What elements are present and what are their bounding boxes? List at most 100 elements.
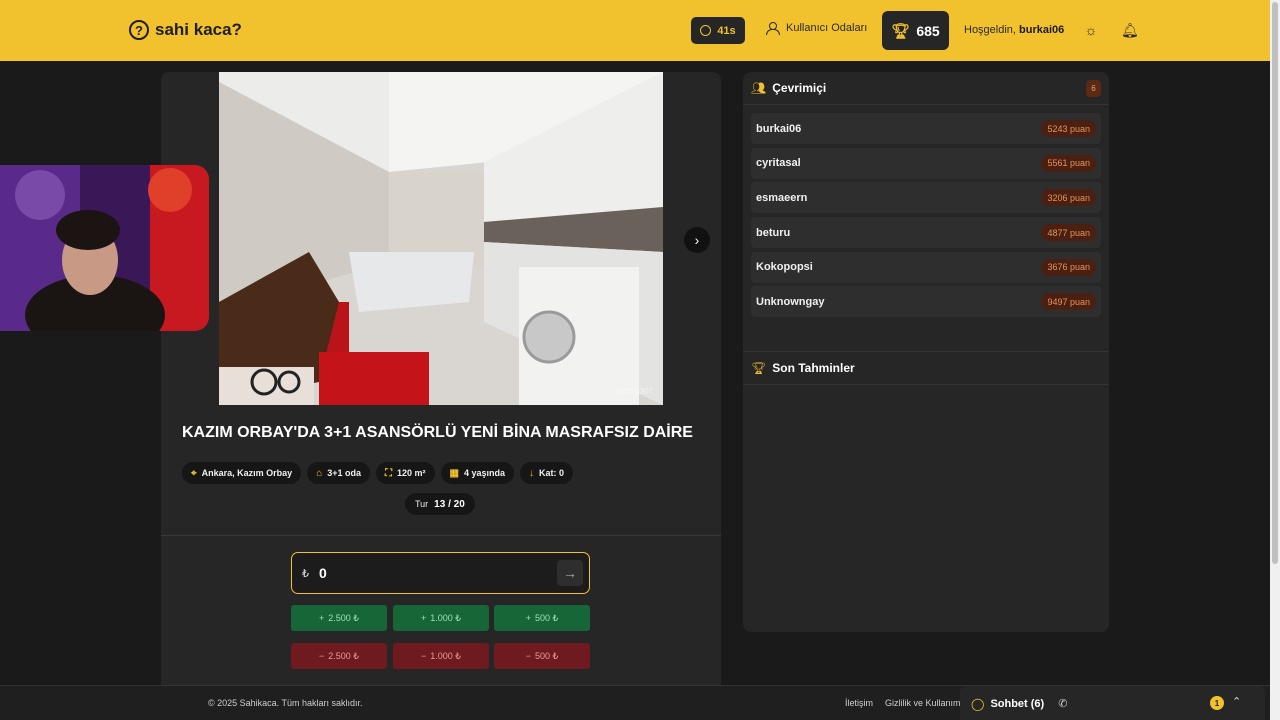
submit-guess-arrow-icon[interactable]: →	[557, 560, 583, 586]
score-badge[interactable]: 🏆︎ 685	[882, 11, 949, 50]
tag-floor-label: Kat: 0	[539, 468, 565, 478]
timer-value: 41s	[717, 24, 736, 37]
player-points: 3206 puan	[1041, 189, 1096, 207]
listing-tags: ⌖ Ankara, Kazım Orbay ⌂ 3+1 oda ⛶ 120 m²…	[182, 462, 574, 484]
round-label: Tur	[415, 499, 429, 509]
top-header: ? sahi kaca? 41s Kullanıcı Odaları 🏆︎ 68…	[0, 0, 1270, 61]
player-name: esmaeern	[756, 191, 808, 204]
round-indicator: Tur 13 / 20	[405, 493, 475, 515]
trophy-icon: 🏆︎	[751, 361, 767, 375]
add-2500-label: 2.500 ₺	[328, 612, 359, 623]
scrollbar-thumb[interactable]	[1272, 2, 1278, 564]
arrow-down-icon: ↓	[529, 467, 535, 479]
tag-location-label: Ankara, Kazım Orbay	[201, 468, 293, 478]
plus-icon: +	[420, 613, 427, 623]
users-icon: 👥︎	[751, 81, 767, 95]
subtract-2500-label: 2.500 ₺	[328, 650, 359, 661]
player-row: Kokopopsi 3676 puan	[751, 251, 1101, 283]
listing-photo: 1907-3307	[219, 72, 663, 405]
add-1000-button[interactable]: +1.000 ₺	[393, 605, 489, 631]
recent-guesses-header: 🏆︎ Son Tahminler	[743, 351, 1109, 385]
map-pin-icon: ⌖	[191, 467, 197, 479]
price-guess-input[interactable]: 0	[319, 565, 557, 581]
listing-card: 1907-3307 KAZIM ORBAY'DA 3+1 ASANSÖRLÜ Y…	[161, 72, 721, 692]
player-points: 9497 puan	[1041, 293, 1096, 311]
chat-bubble-icon: ◯	[971, 696, 985, 711]
privacy-link[interactable]: Gizlilik ve Kullanım	[885, 698, 961, 708]
price-guess-field[interactable]: ₺ 0 →	[291, 552, 590, 594]
plus-icon: +	[318, 613, 325, 623]
player-name: burkai06	[756, 122, 802, 135]
tag-rooms: ⌂ 3+1 oda	[307, 462, 371, 484]
round-value: 13 / 20	[434, 498, 465, 510]
home-icon: ⌂	[316, 467, 323, 479]
page-scrollbar[interactable]	[1270, 0, 1280, 720]
player-points: 5243 puan	[1041, 120, 1096, 137]
building-icon: ▦	[449, 467, 459, 479]
question-circle-icon: ?	[129, 20, 149, 40]
side-panel: 👥︎ Çevrimiçi 6 burkai06 5243 puan cyrita…	[743, 72, 1109, 632]
player-name: Kokopopsi	[756, 261, 813, 274]
player-points: 4877 puan	[1041, 224, 1096, 242]
player-name: cyritasal	[756, 157, 801, 170]
user-rooms-link[interactable]: Kullanıcı Odaları	[766, 22, 868, 35]
tag-floor: ↓ Kat: 0	[520, 462, 574, 484]
phone-icon[interactable]: ✆	[1058, 697, 1067, 710]
chat-label: Sohbet (6)	[990, 697, 1045, 710]
player-row: burkai06 5243 puan	[751, 113, 1101, 144]
user-rooms-label: Kullanıcı Odaları	[786, 22, 868, 34]
minus-icon: −	[420, 651, 427, 661]
webcam-overlay	[0, 165, 209, 331]
player-name: Unknowngay	[756, 295, 825, 308]
subtract-500-button[interactable]: −500 ₺	[494, 643, 590, 669]
player-row: esmaeern 3206 puan	[751, 182, 1101, 214]
player-points: 5561 puan	[1041, 154, 1096, 172]
welcome-prefix: Hoşgeldin,	[964, 24, 1016, 36]
welcome-text[interactable]: Hoşgeldin, burkai06	[964, 24, 1064, 36]
add-500-button[interactable]: +500 ₺	[494, 605, 590, 631]
stopwatch-icon	[700, 25, 712, 36]
listing-title: KAZIM ORBAY'DA 3+1 ASANSÖRLÜ YENİ BİNA M…	[182, 424, 693, 441]
copyright-text: © 2025 Sahikaca. Tüm hakları saklıdır.	[208, 698, 363, 708]
section-divider	[161, 535, 721, 536]
photo-watermark: 1907-3307	[614, 387, 653, 396]
player-points: 3676 puan	[1041, 258, 1096, 276]
subtract-2500-button[interactable]: −2.500 ₺	[291, 643, 387, 669]
online-header: 👥︎ Çevrimiçi 6	[743, 72, 1109, 105]
minus-icon: −	[318, 651, 325, 661]
tag-area-label: 120 m²	[397, 468, 426, 478]
chat-bar[interactable]: ◯ Sohbet (6) ✆ 1 ⌃	[960, 686, 1265, 720]
notification-bell-icon[interactable]: 🔔︎	[1121, 22, 1139, 38]
contact-link[interactable]: İletişim	[845, 698, 873, 708]
online-players-list: burkai06 5243 puan cyritasal 5561 puan e…	[751, 113, 1101, 321]
next-photo-button[interactable]: ›	[684, 227, 710, 253]
theme-toggle-sun-icon[interactable]: ☼	[1084, 23, 1098, 37]
score-value: 685	[916, 22, 940, 39]
footer: © 2025 Sahikaca. Tüm hakları saklıdır. İ…	[0, 685, 1270, 720]
footer-links: İletişim Gizlilik ve Kullanım	[845, 698, 961, 708]
currency-symbol: ₺	[302, 567, 309, 580]
tag-age-label: 4 yaşında	[464, 468, 506, 478]
chat-unread-badge: 1	[1210, 696, 1224, 710]
expand-icon: ⛶	[385, 467, 393, 479]
webcam-feed-image	[0, 165, 209, 331]
logo-text: sahi kaca?	[155, 20, 242, 39]
subtract-500-label: 500 ₺	[535, 650, 559, 661]
trophy-icon: 🏆︎	[891, 22, 911, 40]
add-2500-button[interactable]: +2.500 ₺	[291, 605, 387, 631]
recent-guesses-title: Son Tahminler	[772, 361, 855, 375]
player-row: cyritasal 5561 puan	[751, 147, 1101, 179]
chevron-up-icon[interactable]: ⌃	[1232, 695, 1241, 708]
add-1000-label: 1.000 ₺	[430, 612, 461, 623]
tag-age: ▦ 4 yaşında	[440, 462, 515, 484]
kitchen-photo	[219, 72, 663, 405]
player-row: beturu 4877 puan	[751, 217, 1101, 249]
round-timer: 41s	[691, 17, 745, 44]
tag-location: ⌖ Ankara, Kazım Orbay	[182, 462, 302, 484]
logo[interactable]: ? sahi kaca?	[129, 20, 242, 40]
chevron-right-icon: ›	[694, 232, 700, 248]
online-title: Çevrimiçi	[772, 81, 827, 95]
tag-rooms-label: 3+1 oda	[327, 468, 362, 478]
player-row: Unknowngay 9497 puan	[751, 286, 1101, 318]
subtract-1000-button[interactable]: −1.000 ₺	[393, 643, 489, 669]
